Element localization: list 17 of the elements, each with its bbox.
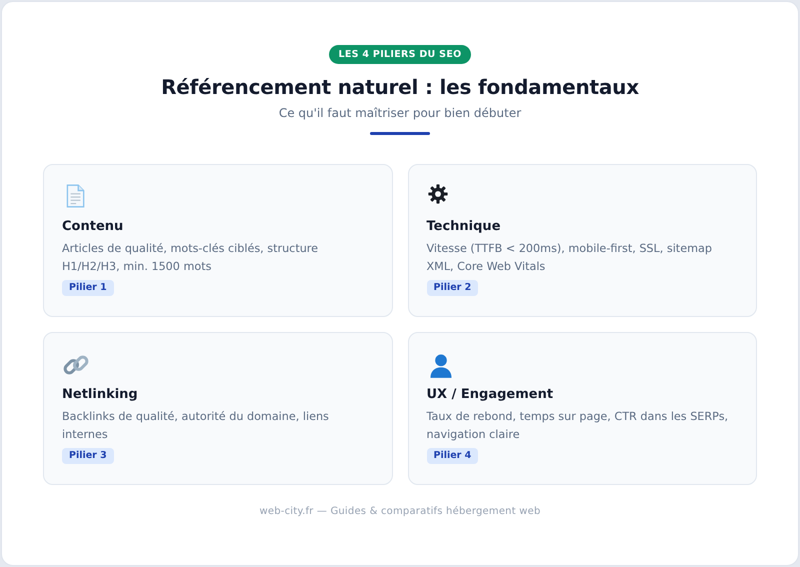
pillar-tag: Pilier 3 <box>62 448 114 464</box>
pillar-tag: Pilier 2 <box>426 280 478 296</box>
card-title: Contenu <box>62 218 124 236</box>
page-subtitle: Ce qu'il faut maîtriser pour bien débuter <box>278 105 522 121</box>
card-description: Taux de rebond, temps sur page, CTR dans les SERPs, navigation claire <box>426 409 730 443</box>
pillar-tag: Pilier 4 <box>426 448 478 464</box>
pillar-tag: Pilier 1 <box>62 280 114 296</box>
card-description: Vitesse (TTFB < 200ms), mobile-first, SSL, sitemap XML, Core Web Vitals <box>426 241 713 275</box>
accent-bar <box>370 132 430 135</box>
card-title: Netlinking <box>62 386 138 404</box>
section-badge: LES 4 PILIERS DU SEO <box>328 45 472 64</box>
card-description: Articles de qualité, mots-clés ciblés, structure H1/H2/H3, min. 1500 mots <box>62 241 320 275</box>
page-title: Référencement naturel : les fondamentaux <box>161 74 639 100</box>
card-title: Technique <box>426 218 501 236</box>
card-title: UX / Engagement <box>426 386 554 404</box>
footer-text: web-city.fr — Guides & comparatifs hébergement web <box>258 506 542 517</box>
card-description: Backlinks de qualité, autorité du domaine, liens internes <box>62 409 330 443</box>
